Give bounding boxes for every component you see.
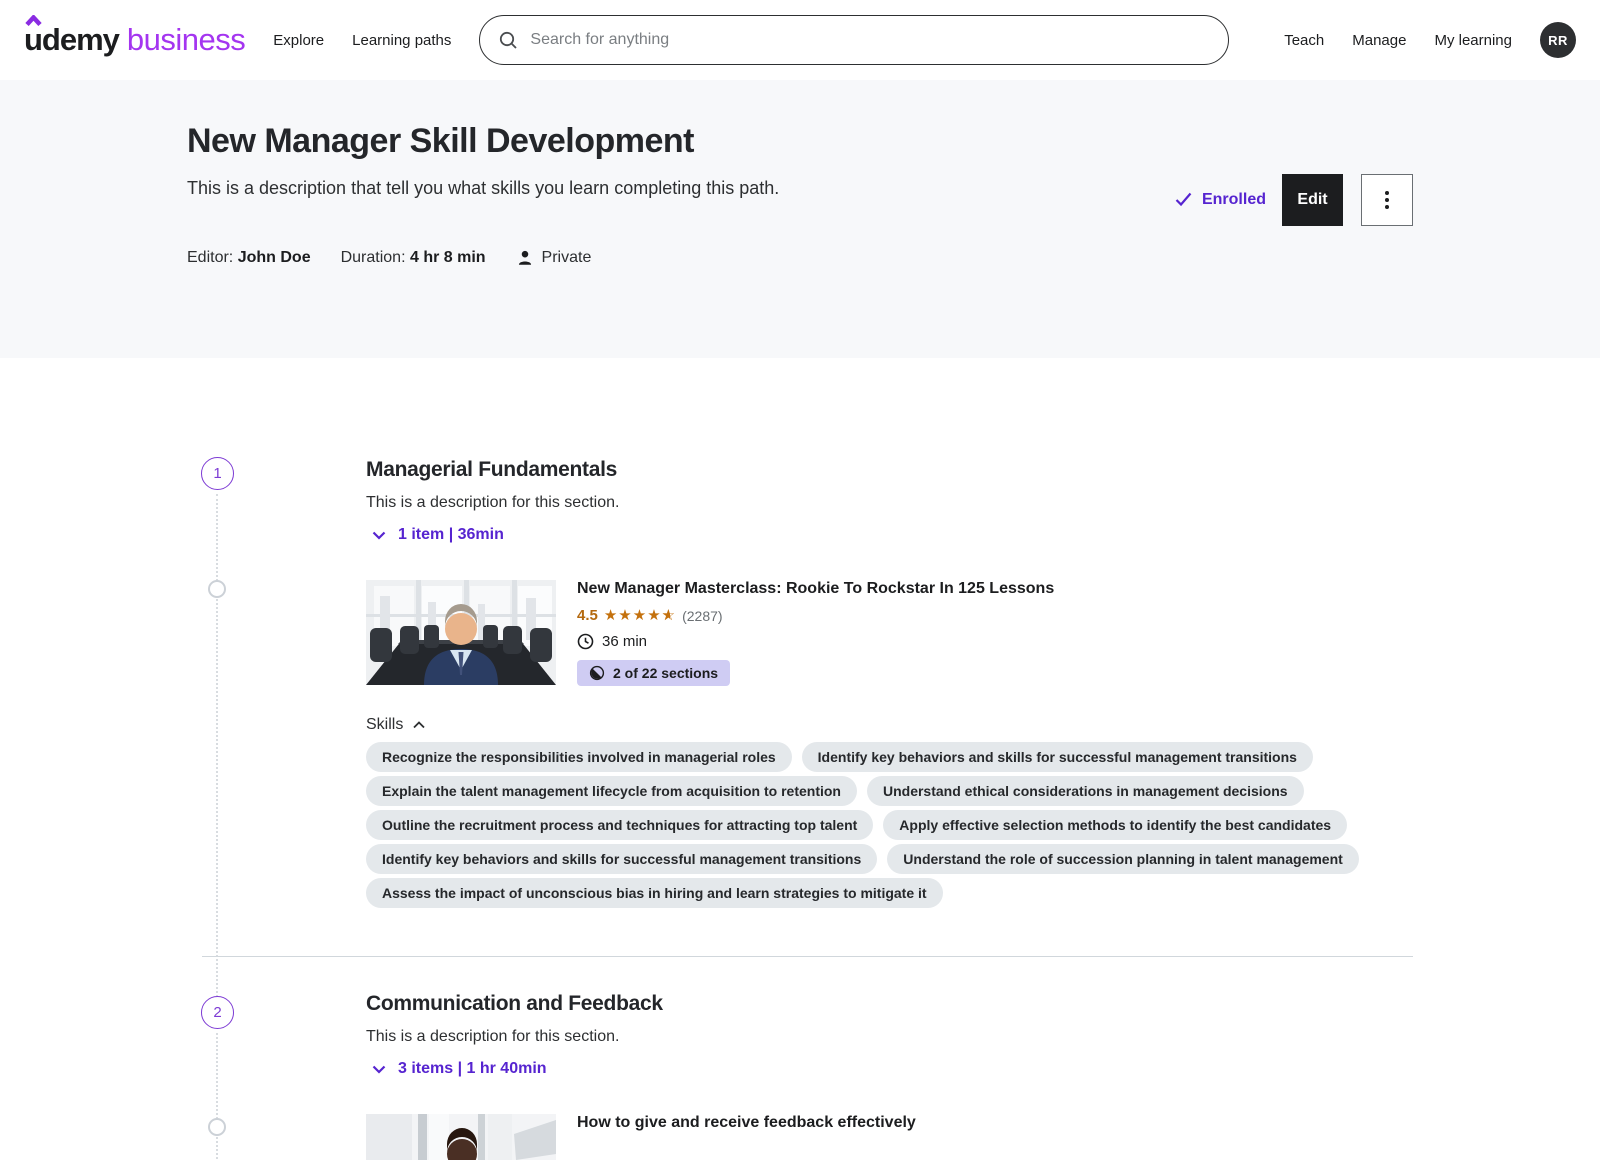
path-header-left: New Manager Skill Development This is a …	[187, 122, 779, 267]
skill-chip: Apply effective selection methods to ide…	[883, 810, 1347, 840]
skill-chip: Identify key behaviors and skills for su…	[802, 742, 1313, 772]
chevron-down-icon	[372, 531, 386, 540]
learning-path: 1 2 Managerial Fundamentals This is a de…	[187, 358, 1413, 1160]
course-title[interactable]: How to give and receive feedback effecti…	[577, 1114, 916, 1132]
page-description: This is a description that tell you what…	[187, 178, 779, 199]
person-icon	[516, 249, 534, 267]
path-header: New Manager Skill Development This is a …	[0, 80, 1600, 358]
timeline-dotted-line	[216, 494, 218, 997]
privacy-label: Private	[542, 249, 592, 267]
duration-value: 4 hr 8 min	[410, 249, 486, 266]
path-meta: Editor: John Doe Duration: 4 hr 8 min Pr…	[187, 249, 779, 267]
course-rating: 4.5 ★★★★☆★ (2287)	[577, 607, 1054, 624]
search-input[interactable]	[530, 31, 1210, 49]
skill-chip: Outline the recruitment process and tech…	[366, 810, 873, 840]
section-items-toggle[interactable]: 3 items | 1 hr 40min	[366, 1060, 1413, 1078]
boardroom-image	[366, 580, 556, 685]
star-rating-icons: ★★★★☆★	[604, 608, 676, 623]
search-bar[interactable]	[479, 15, 1229, 65]
nav-link-teach[interactable]: Teach	[1284, 32, 1324, 49]
udemy-business-logo[interactable]: udemy business	[24, 22, 245, 58]
kebab-icon	[1385, 191, 1389, 209]
progress-pie-icon	[589, 665, 605, 681]
course-info: New Manager Masterclass: Rookie To Rocks…	[577, 580, 1054, 686]
privacy-meta: Private	[516, 249, 592, 267]
course-card[interactable]: How to give and receive feedback effecti…	[366, 1114, 1413, 1160]
nav-link-manage[interactable]: Manage	[1352, 32, 1406, 49]
course-thumbnail[interactable]	[366, 580, 556, 685]
course-duration: 36 min	[577, 633, 1054, 650]
skills-toggle[interactable]: Skills	[366, 716, 425, 734]
review-count: (2287)	[682, 608, 722, 624]
path-section-2: Communication and Feedback This is a des…	[366, 992, 1413, 1160]
section-items-toggle[interactable]: 1 item | 36min	[366, 526, 1413, 544]
more-options-button[interactable]	[1361, 174, 1413, 226]
skill-chip: Recognize the responsibilities involved …	[366, 742, 792, 772]
course-title[interactable]: New Manager Masterclass: Rookie To Rocks…	[577, 580, 1054, 598]
editor-name: John Doe	[238, 249, 311, 266]
chevron-up-icon	[413, 721, 425, 729]
page-title: New Manager Skill Development	[187, 122, 779, 161]
search-icon	[498, 30, 518, 50]
progress-badge: 2 of 22 sections	[577, 660, 730, 686]
skill-chip: Assess the impact of unconscious bias in…	[366, 878, 943, 908]
chevron-down-icon	[372, 1065, 386, 1074]
path-actions: Enrolled Edit	[1175, 132, 1413, 267]
half-star-icon: ☆★	[662, 608, 676, 623]
skills-chip-list: Recognize the responsibilities involved …	[366, 742, 1366, 908]
editor-meta: Editor: John Doe	[187, 249, 311, 267]
section-title: Communication and Feedback	[366, 992, 1413, 1016]
path-section-1: Managerial Fundamentals This is a descri…	[366, 358, 1413, 908]
course-item-node	[208, 580, 226, 598]
course-info: How to give and receive feedback effecti…	[577, 1114, 916, 1160]
nav-link-explore[interactable]: Explore	[273, 32, 324, 49]
enrolled-status[interactable]: Enrolled	[1175, 191, 1266, 209]
skill-chip: Identify key behaviors and skills for su…	[366, 844, 877, 874]
logo-caret-icon	[25, 15, 42, 26]
course-card[interactable]: New Manager Masterclass: Rookie To Rocks…	[366, 580, 1413, 686]
clock-icon	[577, 633, 594, 650]
skill-chip: Understand ethical considerations in man…	[867, 776, 1304, 806]
section-divider	[202, 956, 1413, 957]
course-thumbnail[interactable]	[366, 1114, 556, 1160]
rating-value: 4.5	[577, 607, 598, 624]
nav-link-my-learning[interactable]: My learning	[1434, 32, 1512, 49]
office-image	[366, 1114, 556, 1160]
skill-chip: Explain the talent management lifecycle …	[366, 776, 857, 806]
section-description: This is a description for this section.	[366, 1028, 1413, 1046]
duration-meta: Duration: 4 hr 8 min	[341, 249, 486, 267]
nav-right-group: Teach Manage My learning RR	[1256, 22, 1576, 58]
timeline-dotted-line	[216, 1033, 218, 1160]
section-description: This is a description for this section.	[366, 494, 1413, 512]
section-2-number-node: 2	[201, 996, 234, 1029]
edit-button[interactable]: Edit	[1282, 174, 1343, 226]
logo-udemy-text: udemy	[24, 22, 119, 58]
logo-business-text: business	[127, 22, 245, 58]
user-avatar[interactable]: RR	[1540, 22, 1576, 58]
skill-chip: Understand the role of succession planni…	[887, 844, 1359, 874]
top-nav: udemy business Explore Learning paths Te…	[0, 0, 1600, 80]
section-title: Managerial Fundamentals	[366, 458, 1413, 482]
nav-link-learning-paths[interactable]: Learning paths	[352, 32, 451, 49]
section-1-number-node: 1	[201, 457, 234, 490]
course-item-node	[208, 1118, 226, 1136]
checkmark-icon	[1175, 192, 1192, 207]
